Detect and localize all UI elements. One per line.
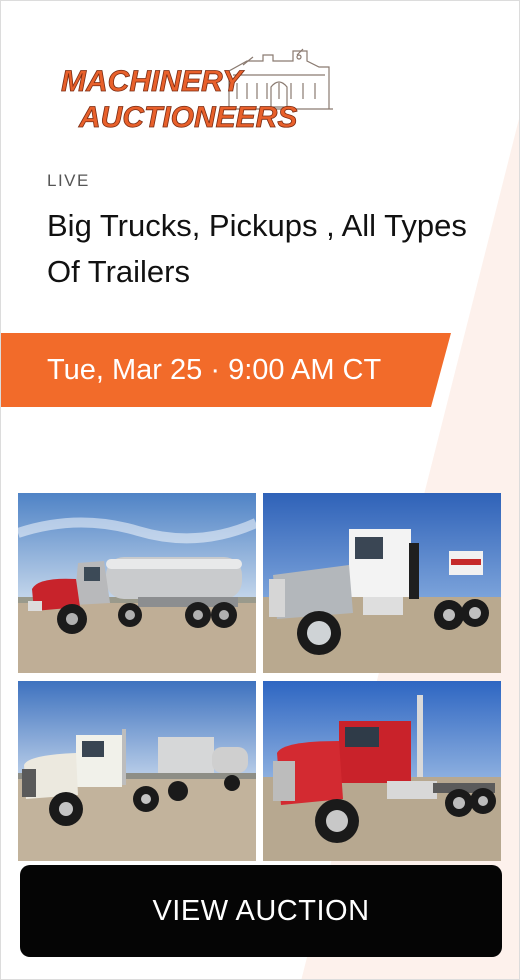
photo-grid [18, 493, 502, 861]
date-banner: Tue, Mar 25 · 9:00 AM CT [1, 333, 451, 407]
auction-date: Tue, Mar 25 [47, 354, 203, 386]
auction-datetime: Tue, Mar 25 · 9:00 AM CT [47, 333, 381, 407]
auction-status-label: LIVE [47, 171, 90, 190]
logo-building-icon: MACHINERY AUCTIONEERS [61, 48, 333, 134]
photo-peterbilt-tractor[interactable] [263, 493, 501, 673]
logo-line2: AUCTIONEERS [78, 101, 297, 134]
view-auction-button[interactable]: VIEW AUCTION [20, 865, 502, 957]
photo-red-mack-tractor[interactable] [263, 681, 501, 861]
auction-card[interactable]: MACHINERY AUCTIONEERS LIVE Big Trucks, P… [0, 0, 520, 980]
datetime-separator: · [210, 354, 221, 386]
auction-title: Big Trucks, Pickups , All Types Of Trail… [47, 208, 467, 289]
photo-white-mack-with-tanks[interactable] [18, 681, 256, 861]
auction-time: 9:00 AM CT [228, 354, 382, 386]
machinery-auctioneers-logo: MACHINERY AUCTIONEERS [57, 47, 347, 139]
photo-fuel-tanker-truck[interactable] [18, 493, 256, 673]
logo-line1: MACHINERY [61, 65, 245, 98]
